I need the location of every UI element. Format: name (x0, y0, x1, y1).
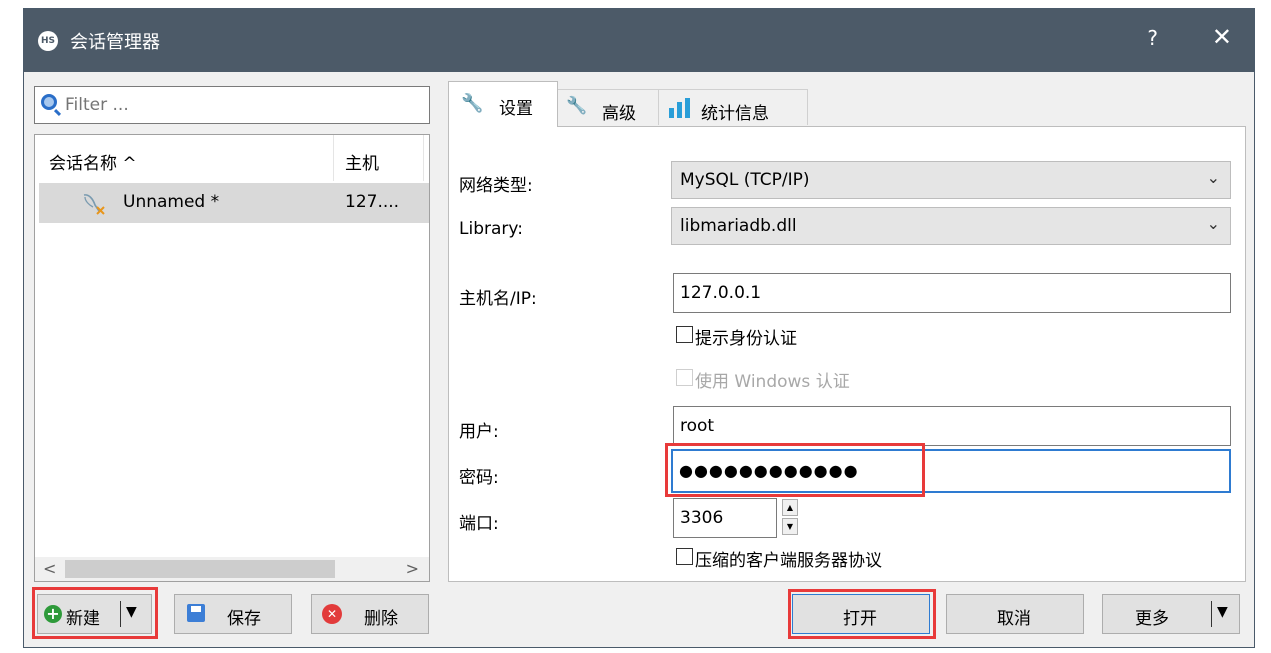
tab-label: 高级 (602, 104, 636, 124)
port-spinner[interactable]: ▲ ▼ (782, 499, 798, 535)
highlight-new (32, 587, 158, 639)
cancel-button[interactable]: 取消 (946, 594, 1084, 634)
horizontal-scrollbar[interactable]: < > (35, 557, 429, 581)
highlight-password (665, 443, 925, 497)
host-input[interactable]: 127.0.0.1 (673, 273, 1231, 313)
filter-input[interactable] (65, 91, 415, 119)
column-divider (333, 135, 334, 181)
chevron-down-icon: ⌄ (1206, 168, 1220, 187)
user-label: 用户: (459, 422, 499, 442)
port-input[interactable]: 3306 (673, 498, 777, 538)
column-divider (423, 135, 424, 181)
app-logo-icon: HS (38, 31, 58, 51)
delete-button-label: 删除 (364, 609, 398, 629)
filter-box[interactable] (34, 86, 430, 124)
scrollbar-thumb[interactable] (65, 560, 335, 578)
tab-advanced[interactable]: 🔧 高级 (557, 89, 659, 125)
settings-panel: 网络类型: MySQL (TCP/IP) ⌄ Library: libmaria… (448, 126, 1246, 582)
host-value: 127.0.0.1 (680, 283, 762, 303)
user-input[interactable]: root (673, 406, 1231, 446)
spin-up-icon[interactable]: ▲ (782, 499, 798, 516)
delete-button[interactable]: ✕ 删除 (311, 594, 429, 634)
tab-label: 设置 (499, 99, 533, 119)
password-label: 密码: (459, 468, 499, 488)
session-list-header: 会话名称 ^ 主机 (35, 135, 429, 181)
windows-auth-label: 使用 Windows 认证 (695, 372, 850, 392)
tab-settings[interactable]: 🔧 设置 (448, 81, 558, 127)
bar-chart-icon (669, 98, 691, 118)
spin-down-icon[interactable]: ▼ (782, 518, 798, 535)
dropdown-arrow-icon[interactable]: ▼ (1217, 604, 1228, 620)
port-label: 端口: (459, 514, 499, 534)
windows-auth-checkbox[interactable] (676, 369, 693, 386)
library-value: libmariadb.dll (680, 216, 797, 236)
user-value: root (680, 416, 715, 436)
split-divider (1211, 601, 1212, 627)
session-name: Unnamed * (123, 192, 220, 212)
more-button[interactable]: 更多 ▼ (1102, 594, 1240, 634)
close-button[interactable]: ✕ (1212, 23, 1232, 51)
prompt-auth-checkbox[interactable] (676, 326, 693, 343)
scroll-left-icon[interactable]: < (43, 559, 56, 578)
scroll-right-icon[interactable]: > (406, 559, 419, 578)
session-list: 会话名称 ^ 主机 Unnamed * 127.... < > (34, 134, 430, 582)
search-icon (41, 94, 57, 110)
column-header-name[interactable]: 会话名称 ^ (49, 149, 137, 174)
tab-label: 统计信息 (701, 104, 769, 124)
tab-statistics[interactable]: 统计信息 (658, 89, 808, 125)
column-header-host[interactable]: 主机 (345, 149, 379, 174)
title-bar: HS 会话管理器 ? ✕ (24, 9, 1254, 72)
wrench-icon: 🔧 (461, 93, 484, 114)
window-title: 会话管理器 (70, 32, 160, 53)
library-select[interactable]: libmariadb.dll ⌄ (671, 207, 1231, 245)
save-button-label: 保存 (227, 609, 261, 629)
library-label: Library: (459, 219, 523, 239)
compress-checkbox[interactable] (676, 548, 693, 565)
session-row[interactable]: Unnamed * 127.... (39, 183, 429, 223)
network-type-value: MySQL (TCP/IP) (680, 170, 810, 190)
network-type-select[interactable]: MySQL (TCP/IP) ⌄ (671, 161, 1231, 199)
host-label: 主机名/IP: (459, 289, 537, 309)
wrench-orange-icon: 🔧 (566, 96, 588, 116)
more-button-label: 更多 (1135, 609, 1169, 629)
session-host: 127.... (345, 192, 400, 212)
highlight-open (788, 589, 936, 639)
save-button[interactable]: 保存 (174, 594, 292, 634)
delete-x-icon: ✕ (322, 604, 342, 624)
mysql-dolphin-icon (83, 194, 105, 215)
cancel-button-label: 取消 (997, 609, 1031, 629)
floppy-icon (187, 604, 205, 622)
help-button[interactable]: ? (1147, 26, 1158, 50)
chevron-down-icon: ⌄ (1206, 214, 1220, 233)
session-manager-window: HS 会话管理器 ? ✕ 会话名称 ^ 主机 Unnamed * 127....… (23, 8, 1255, 648)
port-value: 3306 (680, 508, 724, 528)
compress-label: 压缩的客户端服务器协议 (695, 551, 882, 571)
network-type-label: 网络类型: (459, 176, 533, 196)
prompt-auth-label: 提示身份认证 (695, 329, 797, 349)
